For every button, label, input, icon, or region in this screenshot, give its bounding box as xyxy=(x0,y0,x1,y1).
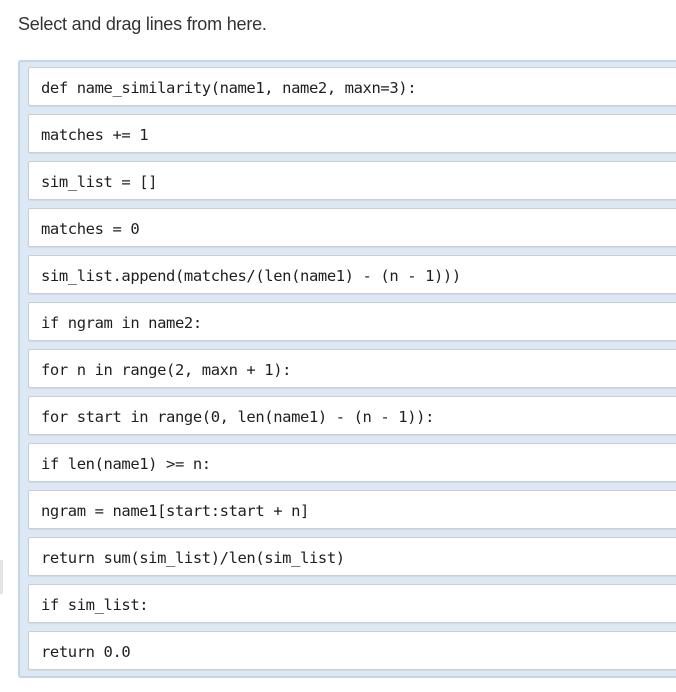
code-block-5-text: sim_list.append(matches/(len(name1) - (n… xyxy=(41,267,461,285)
code-block-11[interactable]: return sum(sim_list)/len(sim_list) xyxy=(28,537,676,576)
code-block-4-text: matches = 0 xyxy=(41,220,140,238)
code-block-12[interactable]: if sim_list: xyxy=(28,584,676,623)
code-block-7-text: for n in range(2, maxn + 1): xyxy=(41,361,292,379)
code-block-3[interactable]: sim_list = [] xyxy=(28,161,676,200)
source-blocks-panel: def name_similarity(name1, name2, maxn=3… xyxy=(18,60,676,678)
instruction-text: Select and drag lines from here. xyxy=(18,14,267,34)
code-block-7[interactable]: for n in range(2, maxn + 1): xyxy=(28,349,676,388)
code-block-9-text: if len(name1) >= n: xyxy=(41,455,211,473)
code-block-6-text: if ngram in name2: xyxy=(41,314,202,332)
code-block-12-text: if sim_list: xyxy=(41,596,149,614)
code-block-4[interactable]: matches = 0 xyxy=(28,208,676,247)
code-block-3-text: sim_list = [] xyxy=(41,173,158,191)
code-block-8[interactable]: for start in range(0, len(name1) - (n - … xyxy=(28,396,676,435)
code-block-8-text: for start in range(0, len(name1) - (n - … xyxy=(41,408,434,426)
code-block-10[interactable]: ngram = name1[start:start + n] xyxy=(28,490,676,529)
code-block-1-text: def name_similarity(name1, name2, maxn=3… xyxy=(41,79,417,97)
code-block-10-text: ngram = name1[start:start + n] xyxy=(41,502,309,520)
code-block-9[interactable]: if len(name1) >= n: xyxy=(28,443,676,482)
code-block-6[interactable]: if ngram in name2: xyxy=(28,302,676,341)
code-block-1[interactable]: def name_similarity(name1, name2, maxn=3… xyxy=(28,67,676,106)
code-block-2[interactable]: matches += 1 xyxy=(28,114,676,153)
code-block-11-text: return sum(sim_list)/len(sim_list) xyxy=(41,549,345,567)
code-block-13-text: return 0.0 xyxy=(41,643,131,661)
code-block-5[interactable]: sim_list.append(matches/(len(name1) - (n… xyxy=(28,255,676,294)
page-edge-handle xyxy=(0,560,3,594)
code-block-13[interactable]: return 0.0 xyxy=(28,631,676,670)
code-block-2-text: matches += 1 xyxy=(41,126,149,144)
